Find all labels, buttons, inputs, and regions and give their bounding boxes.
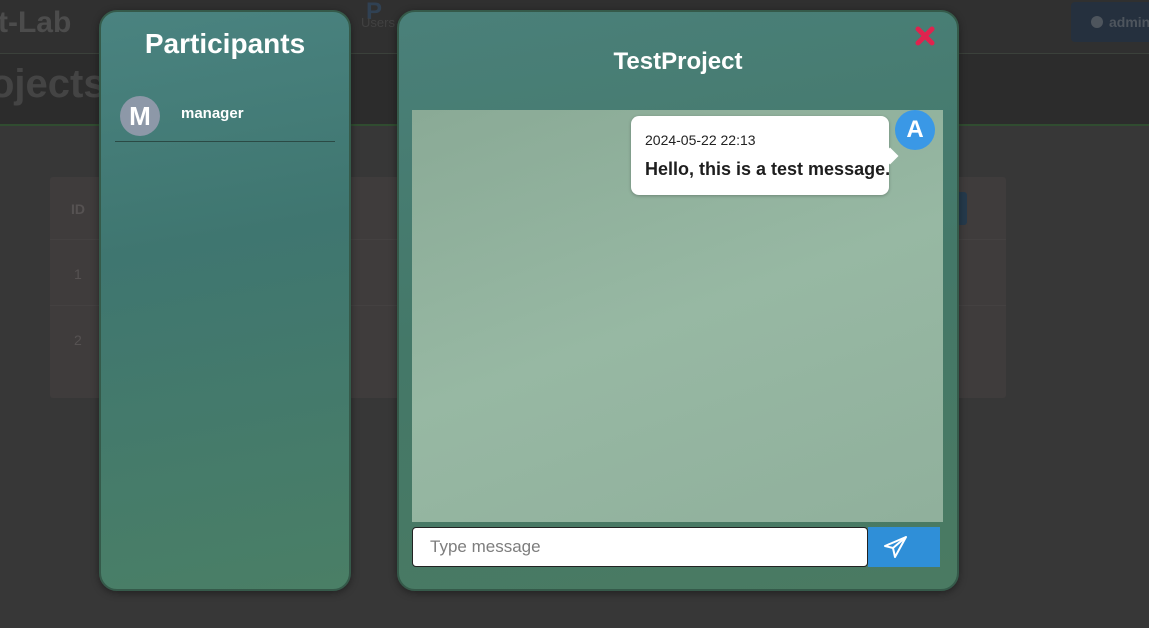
avatar: M — [120, 96, 160, 136]
participant-item[interactable]: M manager — [115, 94, 335, 142]
paper-plane-icon — [884, 536, 907, 558]
send-button[interactable] — [868, 527, 940, 567]
chat-panel: TestProject 2024-05-22 22:13 Hello, this… — [397, 10, 959, 591]
message-input[interactable] — [412, 527, 868, 567]
chat-title: TestProject — [613, 48, 743, 75]
message-bubble: 2024-05-22 22:13 Hello, this is a test m… — [631, 116, 891, 195]
avatar: A — [895, 110, 935, 150]
message-timestamp: 2024-05-22 22:13 — [645, 132, 756, 148]
message-area[interactable]: 2024-05-22 22:13 Hello, this is a test m… — [412, 110, 943, 522]
close-icon[interactable] — [914, 25, 936, 47]
participants-title: Participants — [144, 28, 306, 59]
participant-name: manager — [181, 105, 244, 122]
message-text: Hello, this is a test message. — [645, 159, 891, 179]
participants-panel: Participants M manager — [99, 10, 351, 591]
